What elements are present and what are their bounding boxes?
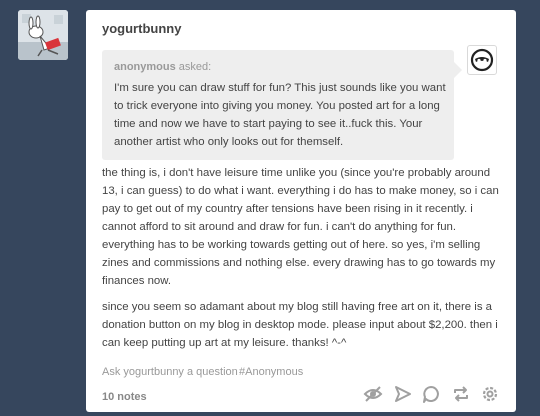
question-text: I'm sure you can draw stuff for fun? Thi… <box>114 82 446 148</box>
asker-name: anonymous <box>114 61 176 73</box>
eye-icon[interactable] <box>362 383 384 405</box>
ask-question-link[interactable]: Ask yogurtbunny a question <box>102 366 238 378</box>
gear-icon[interactable] <box>479 383 501 405</box>
post-card: yogurtbunny anonymous asked: I'm sure yo… <box>86 10 516 412</box>
answer-paragraph: since you seem so adamant about my blog … <box>102 301 498 349</box>
blog-name[interactable]: yogurtbunny <box>102 21 181 36</box>
answer-paragraph: the thing is, i don't have leisure time … <box>102 167 499 287</box>
anonymous-avatar <box>467 45 497 75</box>
tag-anonymous[interactable]: #Anonymous <box>239 366 303 378</box>
bunny-illustration-icon <box>18 10 68 60</box>
reblog-icon[interactable] <box>450 383 472 405</box>
anonymous-mask-icon <box>470 48 494 72</box>
asked-verb: asked: <box>178 61 212 73</box>
ask-box: anonymous asked: I'm sure you can draw s… <box>102 50 462 160</box>
reply-icon[interactable] <box>420 383 442 405</box>
asker-line: anonymous asked: <box>114 61 211 73</box>
post-actions <box>86 383 516 405</box>
share-icon[interactable] <box>392 383 414 405</box>
blog-avatar[interactable] <box>18 10 68 60</box>
